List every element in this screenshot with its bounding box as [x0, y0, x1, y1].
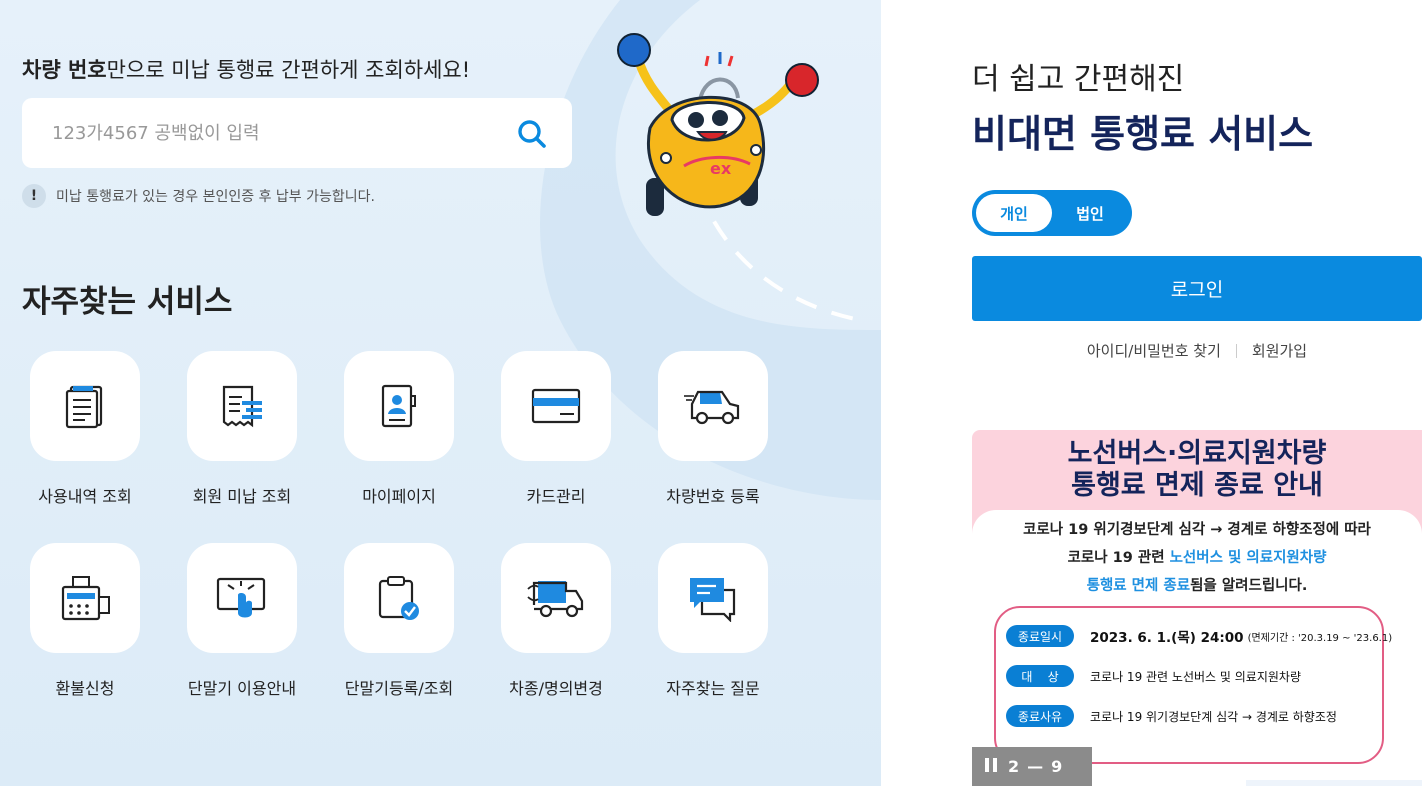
- receipt-icon: [222, 385, 262, 428]
- find-id-password-link[interactable]: 아이디/비밀번호 찾기: [1087, 340, 1221, 361]
- unpaid-notice: ! 미납 통행료가 있는 경우 본인인증 후 납부 가능합니다.: [22, 184, 375, 208]
- detail-row-target: 대 상 코로나 19 관련 노선버스 및 의료지원차량: [1006, 665, 1301, 687]
- refund-machine-icon: [61, 576, 110, 621]
- slide-current: 2: [1008, 757, 1020, 776]
- login-button[interactable]: 로그인: [972, 256, 1422, 321]
- service-refund[interactable]: 환불신청: [20, 543, 150, 699]
- frequent-services-title: 자주찾는 서비스: [22, 284, 233, 320]
- service-faq[interactable]: 자주찾는 질문: [648, 543, 778, 699]
- member-type-toggle: 개인 법인: [972, 190, 1132, 236]
- service-terminal-register[interactable]: 단말기등록/조회: [334, 543, 464, 699]
- right-subtitle: 더 쉽고 간편해진: [972, 62, 1185, 97]
- document-list-icon: [65, 385, 103, 429]
- slide-separator: —: [1027, 757, 1044, 776]
- car-number-input[interactable]: [52, 122, 492, 144]
- right-panel: 더 쉽고 간편해진 비대면 통행료 서비스 개인 법인 로그인 아이디/비밀번호…: [881, 0, 1422, 786]
- next-panel-edge: [1246, 780, 1422, 786]
- credit-card-icon: [531, 388, 581, 424]
- service-mypage[interactable]: 마이페이지: [334, 351, 464, 507]
- chat-bubble-icon: [690, 578, 736, 622]
- pause-icon[interactable]: [984, 757, 998, 777]
- service-terminal-guide[interactable]: 단말기 이용안내: [177, 543, 307, 699]
- detail-row-end-date: 종료일시 2023. 6. 1.(목) 24:00 (면제기간 : '20.3.…: [1006, 625, 1392, 647]
- notice-banner[interactable]: 노선버스·의료지원차량 통행료 면제 종료 안내 코로나 19 위기경보단계 심…: [972, 430, 1422, 786]
- banner-text: 코로나 19 위기경보단계 심각 → 경계로 하향조정에 따라 코로나 19 관…: [1023, 522, 1371, 594]
- banner-card: 코로나 19 위기경보단계 심각 → 경계로 하향조정에 따라 코로나 19 관…: [972, 510, 1422, 786]
- mascot-car-icon: ex: [617, 33, 819, 216]
- truck-change-icon: [527, 581, 584, 618]
- account-links: 아이디/비밀번호 찾기 회원가입: [972, 340, 1422, 361]
- profile-card-icon: [381, 384, 416, 428]
- banner-title: 노선버스·의료지원차량 통행료 면제 종료 안내: [1067, 438, 1327, 501]
- service-change-vehicle[interactable]: 차종/명의변경: [491, 543, 621, 699]
- exclamation-icon: !: [22, 184, 46, 208]
- svg-text:ex: ex: [710, 159, 732, 178]
- join-link[interactable]: 회원가입: [1252, 340, 1307, 361]
- toggle-corporate[interactable]: 법인: [1052, 194, 1128, 232]
- slide-total: 9: [1051, 757, 1063, 776]
- service-card-management[interactable]: 카드관리: [491, 351, 621, 507]
- search-title: 차량 번호만으로 미납 통행료 간편하게 조회하세요!: [22, 58, 471, 82]
- car-icon: [684, 390, 740, 425]
- banner-slider-control: 2 — 9: [972, 747, 1092, 786]
- service-register-car[interactable]: 차량번호 등록: [648, 351, 778, 507]
- banner-detail-box: 종료일시 2023. 6. 1.(목) 24:00 (면제기간 : '20.3.…: [994, 606, 1392, 764]
- right-title: 비대면 통행료 서비스: [972, 112, 1314, 156]
- clipboard-check-icon: [378, 576, 419, 620]
- search-icon[interactable]: [516, 118, 548, 150]
- touch-screen-icon: [216, 577, 266, 618]
- service-member-unpaid[interactable]: 회원 미납 조회: [177, 351, 307, 507]
- toggle-personal[interactable]: 개인: [976, 194, 1052, 232]
- detail-row-reason: 종료사유 코로나 19 위기경보단계 심각 → 경계로 하향조정: [1006, 705, 1337, 727]
- service-usage-history[interactable]: 사용내역 조회: [20, 351, 150, 507]
- search-box: [22, 98, 572, 168]
- left-panel: 차량 번호만으로 미납 통행료 간편하게 조회하세요! ! 미납 통행료가 있는…: [0, 0, 881, 786]
- link-divider: [1235, 343, 1237, 358]
